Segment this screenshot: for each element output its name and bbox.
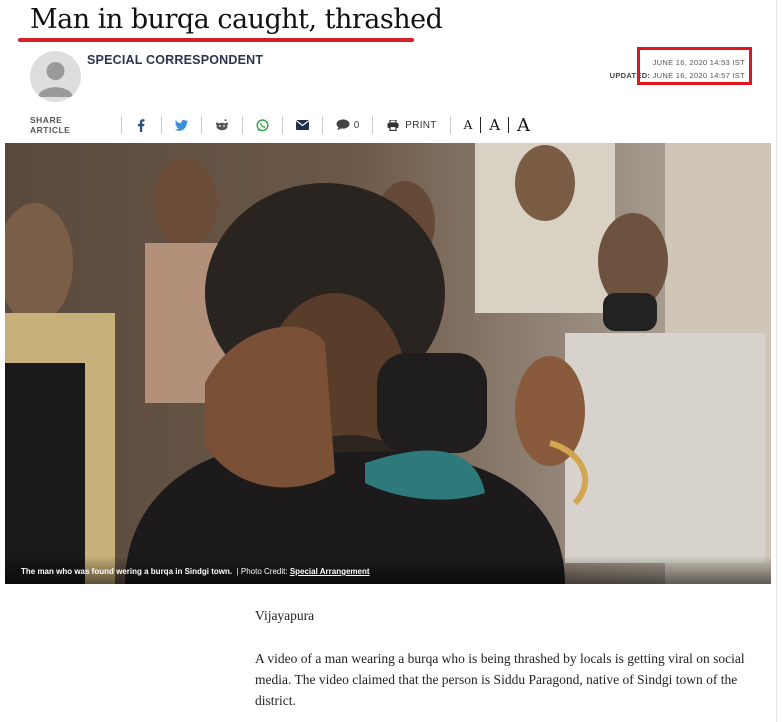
print-icon — [386, 118, 400, 132]
facebook-icon[interactable] — [135, 118, 148, 132]
photo-credit-label: | Photo Credit: — [236, 567, 288, 576]
share-toolbar: SHARE ARTICLE 0 PRINT A A A — [30, 112, 530, 138]
divider — [281, 116, 283, 134]
share-article-label: SHARE ARTICLE — [30, 115, 71, 135]
print-button[interactable]: PRINT — [386, 118, 437, 132]
divider — [372, 116, 374, 134]
article-headline: Man in burqa caught, thrashed — [30, 4, 443, 35]
article-paragraph: A video of a man wearing a burqa who is … — [255, 651, 745, 708]
divider — [200, 116, 202, 134]
crowd-photo-illustration — [5, 143, 771, 584]
divider — [449, 116, 451, 134]
headline-red-underline-annotation — [18, 38, 414, 42]
print-label: PRINT — [405, 119, 437, 131]
divider — [480, 117, 482, 133]
page-edge-rule — [776, 0, 777, 722]
font-size-small-button[interactable]: A — [464, 118, 473, 132]
font-size-large-button[interactable]: A — [517, 115, 530, 136]
article-photo: The man who was found wering a burqa in … — [5, 143, 771, 584]
photo-credit-link[interactable]: Special Arrangement — [290, 567, 370, 576]
twitter-icon[interactable] — [174, 118, 188, 132]
user-placeholder-icon — [38, 62, 73, 97]
divider — [508, 117, 510, 133]
email-icon[interactable] — [295, 118, 309, 132]
dates-red-box-annotation — [637, 47, 752, 85]
comment-count[interactable]: 0 — [354, 120, 360, 131]
divider — [120, 116, 122, 134]
photo-caption: The man who was found wering a burqa in … — [21, 567, 370, 576]
author-name-link[interactable]: SPECIAL CORRESPONDENT — [87, 53, 263, 67]
reddit-icon[interactable] — [215, 118, 229, 132]
divider — [160, 116, 162, 134]
author-avatar[interactable] — [30, 51, 81, 102]
font-size-medium-button[interactable]: A — [489, 116, 500, 134]
article-dateline: Vijayapura — [255, 608, 315, 623]
divider — [241, 116, 243, 134]
divider — [321, 116, 323, 134]
caption-text: The man who was found wering a burqa in … — [21, 567, 233, 576]
comment-icon[interactable] — [336, 118, 350, 132]
whatsapp-icon[interactable] — [256, 118, 269, 132]
